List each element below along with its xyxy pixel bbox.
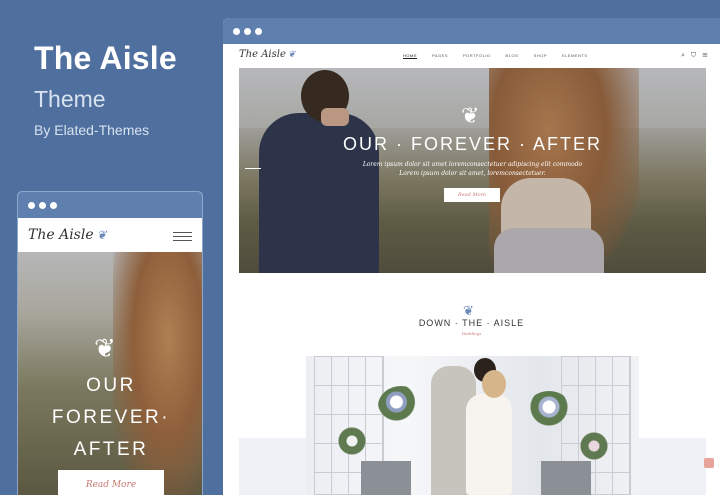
- site-logo-text: The Aisle: [239, 49, 286, 60]
- mobile-hero-line: OUR: [86, 375, 136, 396]
- promo-title: The Aisle: [34, 40, 177, 76]
- section-subtitle: Weddings: [461, 331, 482, 336]
- mobile-header: The Aisle ❦: [18, 218, 202, 252]
- window-dot-icon: [50, 201, 57, 209]
- menu-item-blog[interactable]: BLOG: [506, 53, 519, 59]
- photo-pedestal: [361, 461, 411, 495]
- mobile-hero-line: FOREVER·: [51, 407, 171, 428]
- menu-item-shop[interactable]: SHOP: [534, 53, 547, 59]
- photo-flowers: [526, 391, 572, 431]
- chat-icon[interactable]: [704, 458, 714, 468]
- hero-heading: OUR · FOREVER · AFTER: [342, 134, 602, 154]
- mobile-hero: ❦ OUR FOREVER· AFTER Read More: [18, 252, 202, 495]
- mobile-window-chrome: [18, 192, 202, 218]
- menu-item-elements[interactable]: ELEMENTS: [562, 53, 588, 59]
- main-menu: HOME PAGES PORTFOLIO BLOG SHOP ELEMENTS: [403, 53, 588, 59]
- leaf-sprig-icon: ❦: [94, 334, 116, 364]
- mobile-site-logo[interactable]: The Aisle ❦: [28, 227, 107, 243]
- leaf-sprig-icon: ❦: [463, 304, 474, 319]
- menu-item-portfolio[interactable]: PORTFOLIO: [463, 53, 491, 59]
- leaf-sprig-icon: ❦: [287, 50, 296, 60]
- photo-flowers: [378, 386, 424, 426]
- wedding-photo: [306, 356, 639, 495]
- window-dot-icon: [244, 27, 251, 35]
- promo-author: By Elated-Themes: [34, 122, 150, 138]
- photo-bride: [466, 394, 512, 495]
- photo-pedestal: [541, 461, 591, 495]
- window-dot-icon: [255, 27, 262, 35]
- mobile-hero-heading: OUR FOREVER· AFTER: [18, 370, 202, 466]
- hamburger-menu-icon[interactable]: ≡: [702, 51, 708, 60]
- hamburger-menu-icon[interactable]: [173, 232, 192, 241]
- mobile-read-more-button[interactable]: Read More: [58, 470, 164, 495]
- photo-flowers: [334, 426, 370, 456]
- desktop-header: The Aisle ❦ HOME PAGES PORTFOLIO BLOG SHO…: [223, 44, 720, 68]
- hero-copy-line: Lorem ipsum dolor sit amet, loremconsect…: [399, 170, 546, 177]
- window-dot-icon: [39, 201, 46, 209]
- read-more-button[interactable]: Read More: [444, 188, 500, 202]
- photo-flowers: [576, 431, 612, 461]
- menu-item-home[interactable]: HOME: [403, 53, 417, 59]
- desktop-browser-window: The Aisle ❦ HOME PAGES PORTFOLIO BLOG SHO…: [223, 18, 720, 495]
- window-dot-icon: [233, 27, 240, 35]
- header-actions: ⌕ ⛉ ≡: [681, 51, 708, 60]
- promo-subtitle: Theme: [34, 86, 106, 112]
- leaf-sprig-icon: ❦: [461, 104, 480, 129]
- photo-bride-head: [482, 370, 506, 398]
- hero-slider: ❦ OUR · FOREVER · AFTER Lorem ipsum dolo…: [239, 68, 706, 273]
- menu-item-pages[interactable]: PAGES: [432, 53, 448, 59]
- hero-copy-line: Lorem ipsum dolor sit amet loremconsecte…: [362, 161, 583, 168]
- mobile-hero-line: AFTER: [73, 439, 149, 460]
- section-title: DOWN · THE · AISLE: [418, 318, 525, 328]
- desktop-window-chrome: [223, 18, 720, 44]
- cart-icon[interactable]: ⛉: [691, 51, 696, 60]
- window-dot-icon: [28, 201, 35, 209]
- mobile-site-logo-text: The Aisle: [28, 227, 94, 243]
- search-icon[interactable]: ⌕: [681, 51, 685, 60]
- mobile-browser-window: The Aisle ❦ ❦ OUR FOREVER· AFTER Read Mor…: [17, 191, 203, 495]
- leaf-sprig-icon: ❦: [96, 228, 107, 242]
- hero-copy: Lorem ipsum dolor sit amet loremconsecte…: [239, 160, 706, 178]
- site-logo[interactable]: The Aisle ❦: [239, 49, 295, 60]
